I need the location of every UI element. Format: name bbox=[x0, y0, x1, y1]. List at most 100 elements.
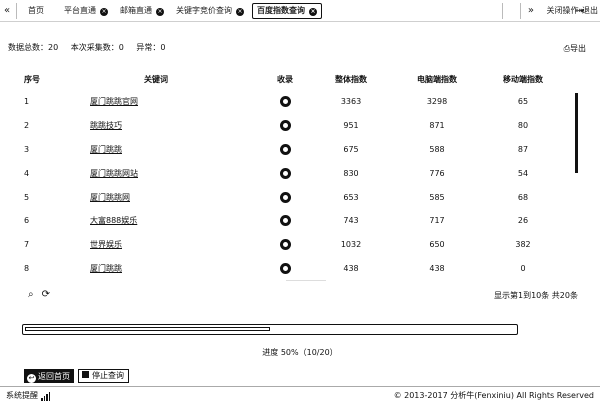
divider bbox=[286, 280, 326, 281]
signal-icon bbox=[41, 392, 51, 401]
keyword-link[interactable]: 大富888娱乐 bbox=[90, 216, 137, 225]
row-index: 7 bbox=[24, 240, 30, 250]
export-label: 导出 bbox=[570, 44, 586, 53]
col-header-keyword[interactable]: 关键词 bbox=[50, 68, 262, 90]
exit-button[interactable]: ⇥退出 bbox=[575, 4, 598, 18]
pc-index: 3298 bbox=[426, 97, 448, 107]
search-icon[interactable]: ⌕ bbox=[28, 289, 34, 300]
record-icon[interactable] bbox=[279, 96, 291, 108]
tab-baidu-index[interactable]: 百度指数查询 × bbox=[252, 3, 322, 19]
progress-fill bbox=[25, 327, 270, 331]
pc-index: 438 bbox=[429, 263, 445, 273]
results-table: 序号 关键词 收录 整体指数 电脑端指数 移动端指数 1 厦门跳跳官网 3363… bbox=[14, 68, 566, 280]
back-label: 返回首页 bbox=[38, 372, 70, 381]
table-header-row: 序号 关键词 收录 整体指数 电脑端指数 移动端指数 bbox=[14, 68, 566, 90]
exit-label: 退出 bbox=[582, 6, 598, 15]
pc-index: 585 bbox=[429, 192, 445, 202]
mobile-index: 68 bbox=[517, 192, 529, 202]
mobile-index: 65 bbox=[517, 97, 529, 107]
progress-text: 进度 50%（10/20） bbox=[262, 348, 338, 357]
record-icon[interactable] bbox=[279, 191, 291, 203]
keyword-link[interactable]: 厦门跳跳官网 bbox=[90, 97, 138, 106]
pc-index: 650 bbox=[429, 240, 445, 250]
tab-keyword-bid[interactable]: 关键字竞价查询 × bbox=[176, 4, 244, 18]
row-index: 4 bbox=[24, 168, 30, 178]
row-index: 1 bbox=[24, 97, 30, 107]
keyword-link[interactable]: 厦门跳跳网 bbox=[90, 193, 130, 202]
record-icon[interactable] bbox=[279, 215, 291, 227]
tab-bar: « 首页 平台直通 × 邮箱直通 × 关键字竞价查询 × 百度指数查询 × » 关闭操作… bbox=[0, 0, 600, 22]
tab-label: 首页 bbox=[28, 6, 44, 15]
divider bbox=[16, 3, 17, 19]
status-footer: 系统提醒 © 2013-2017 分析牛(Fenxiniu) All Right… bbox=[0, 386, 600, 404]
pc-index: 717 bbox=[429, 216, 445, 226]
stop-icon bbox=[82, 371, 89, 378]
tab-label: 平台直通 bbox=[64, 6, 96, 15]
collected-count: 本次采集数：0 bbox=[70, 43, 124, 52]
table-row: 4 厦门跳跳网站 830 776 54 bbox=[14, 161, 566, 185]
total-index: 830 bbox=[343, 168, 359, 178]
tab-home[interactable]: 首页 bbox=[28, 4, 44, 18]
close-icon[interactable]: × bbox=[236, 8, 244, 16]
keyword-link[interactable]: 厦门跳跳网站 bbox=[90, 169, 138, 178]
total-index: 743 bbox=[343, 216, 359, 226]
row-index: 3 bbox=[24, 144, 30, 154]
mobile-index: 54 bbox=[517, 168, 529, 178]
total-index: 3363 bbox=[340, 97, 362, 107]
table-scrollbar[interactable] bbox=[575, 93, 578, 173]
status-label: 系统提醒 bbox=[6, 391, 38, 400]
record-icon[interactable] bbox=[279, 120, 291, 132]
record-icon[interactable] bbox=[279, 239, 291, 251]
table-row: 1 厦门跳跳官网 3363 3298 65 bbox=[14, 90, 566, 114]
keyword-link[interactable]: 世界娱乐 bbox=[90, 240, 122, 249]
row-index: 8 bbox=[24, 263, 30, 273]
refresh-icon[interactable]: ⟳ bbox=[42, 289, 50, 300]
mobile-index: 26 bbox=[517, 216, 529, 226]
pc-index: 588 bbox=[429, 144, 445, 154]
scroll-right-icon[interactable]: » bbox=[528, 4, 534, 18]
keyword-link[interactable]: 厦门跳跳 bbox=[90, 264, 122, 273]
summary-bar: 数据总数：20 本次采集数：0 异常：0 bbox=[8, 42, 175, 53]
col-header-pc-index[interactable]: 电脑端指数 bbox=[394, 68, 480, 90]
col-header-index[interactable]: 序号 bbox=[14, 68, 50, 90]
record-icon[interactable] bbox=[279, 143, 291, 155]
keyword-link[interactable]: 跳跳技巧 bbox=[90, 121, 122, 130]
system-status[interactable]: 系统提醒 bbox=[6, 390, 51, 401]
back-icon: ↩ bbox=[27, 374, 36, 383]
tab-mailbox[interactable]: 邮箱直通 × bbox=[120, 4, 164, 18]
tab-label: 邮箱直通 bbox=[120, 6, 152, 15]
close-icon[interactable]: × bbox=[100, 8, 108, 16]
pagination-info: 显示第1到10条 共20条 bbox=[494, 291, 578, 300]
table-row: 2 跳跳技巧 951 871 80 bbox=[14, 114, 566, 138]
total-index: 653 bbox=[343, 192, 359, 202]
record-icon[interactable] bbox=[279, 262, 291, 274]
col-header-total-index[interactable]: 整体指数 bbox=[308, 68, 394, 90]
total-index: 1032 bbox=[340, 240, 362, 250]
progress-bar bbox=[22, 324, 518, 335]
stop-query-button[interactable]: 停止查询 bbox=[78, 369, 129, 383]
pc-index: 871 bbox=[429, 121, 445, 131]
col-header-record[interactable]: 收录 bbox=[262, 68, 308, 90]
total-index: 438 bbox=[343, 263, 359, 273]
table-row: 7 世界娱乐 1032 650 382 bbox=[14, 233, 566, 257]
close-ops-label: 关闭操作 bbox=[546, 6, 579, 15]
back-home-button[interactable]: ↩ 返回首页 bbox=[24, 369, 74, 383]
stop-label: 停止查询 bbox=[92, 371, 124, 380]
tab-label: 关键字竞价查询 bbox=[176, 6, 232, 15]
total-index: 675 bbox=[343, 144, 359, 154]
close-icon[interactable]: × bbox=[309, 8, 317, 16]
keyword-link[interactable]: 厦门跳跳 bbox=[90, 145, 122, 154]
mobile-index: 382 bbox=[515, 240, 531, 250]
scroll-left-icon[interactable]: « bbox=[2, 4, 12, 18]
col-header-mobile-index[interactable]: 移动端指数 bbox=[480, 68, 566, 90]
export-button[interactable]: ⎙导出 bbox=[564, 43, 586, 54]
close-icon[interactable]: × bbox=[156, 8, 164, 16]
tab-label: 百度指数查询 bbox=[257, 6, 305, 15]
record-icon[interactable] bbox=[279, 167, 291, 179]
table-row: 5 厦门跳跳网 653 585 68 bbox=[14, 185, 566, 209]
total-index: 951 bbox=[343, 121, 359, 131]
mobile-index: 0 bbox=[520, 263, 526, 273]
row-index: 2 bbox=[24, 121, 30, 131]
tab-platform[interactable]: 平台直通 × bbox=[64, 4, 108, 18]
mobile-index: 80 bbox=[517, 121, 529, 131]
